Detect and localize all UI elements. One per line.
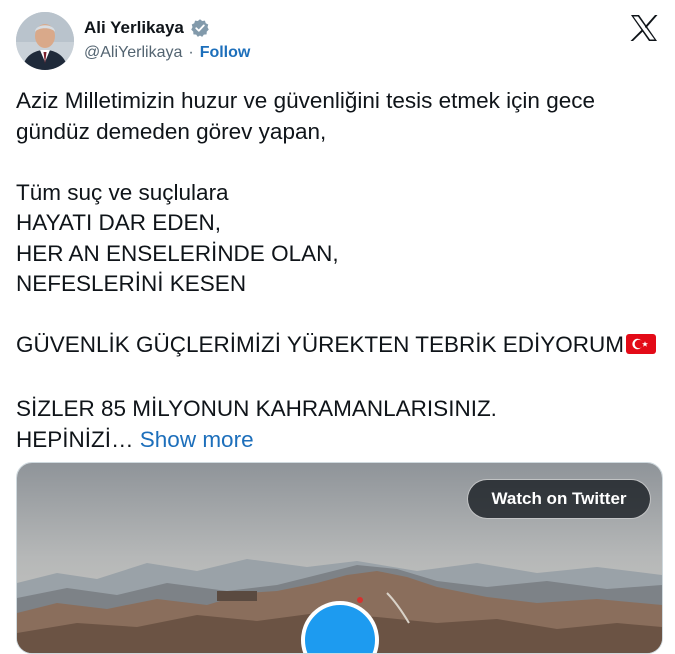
- tweet-line: Aziz Milletimizin huzur ve güvenliğini t…: [16, 88, 595, 113]
- x-logo-icon[interactable]: [629, 14, 659, 42]
- verified-badge-icon: [190, 18, 210, 38]
- show-more-link[interactable]: Show more: [140, 427, 254, 452]
- tweet-line-with-flag: GÜVENLİK GÜÇLERİMİZİ YÜREKTEN TEBRİK EDİ…: [16, 330, 666, 364]
- tweet-last-line: HEPİNİZİ… Show more: [16, 425, 666, 456]
- separator-dot: ·: [188, 44, 194, 61]
- turkey-flag-icon: [626, 333, 657, 364]
- tweet-line: gündüz demeden görev yapan,: [16, 118, 327, 144]
- tweet-line: NEFESLERİNİ KESEN: [16, 271, 247, 296]
- tweet-header: Ali Yerlikaya @AliYerlikaya · Follow: [16, 12, 661, 72]
- tweet-line: Tüm suç ve suçlulara: [16, 179, 229, 205]
- tweet-line: HAYATI DAR EDEN,: [16, 210, 222, 235]
- tweet-line-text: GÜVENLİK GÜÇLERİMİZİ YÜREKTEN TEBRİK EDİ…: [16, 332, 625, 357]
- author-block: Ali Yerlikaya @AliYerlikaya · Follow: [84, 18, 250, 62]
- name-row: Ali Yerlikaya: [84, 18, 250, 38]
- handle-row: @AliYerlikaya · Follow: [84, 44, 250, 62]
- tweet-text: Aziz Milletimizin huzur ve güvenliğini t…: [16, 86, 666, 455]
- avatar[interactable]: [16, 12, 74, 70]
- tweet-line-text: HEPİNİZİ…: [16, 426, 134, 452]
- follow-button[interactable]: Follow: [200, 44, 251, 62]
- watch-on-twitter-button[interactable]: Watch on Twitter: [467, 479, 651, 519]
- tweet-line: SİZLER 85 MİLYONUN KAHRAMANLARISINIZ.: [16, 396, 497, 421]
- author-name[interactable]: Ali Yerlikaya: [84, 18, 184, 38]
- author-handle[interactable]: @AliYerlikaya: [84, 44, 182, 62]
- tweet-line: HER AN ENSELERİNDE OLAN,: [16, 240, 339, 266]
- video-media[interactable]: Watch on Twitter: [16, 462, 663, 654]
